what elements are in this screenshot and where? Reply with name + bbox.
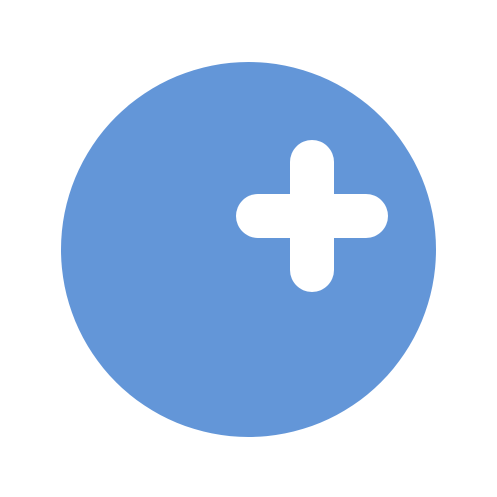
add-circle-svg (61, 62, 436, 437)
plus-horizontal-bar (236, 194, 388, 238)
icon-canvas (0, 0, 497, 497)
circle-shape (61, 62, 436, 437)
add-circle-icon[interactable] (0, 0, 497, 497)
